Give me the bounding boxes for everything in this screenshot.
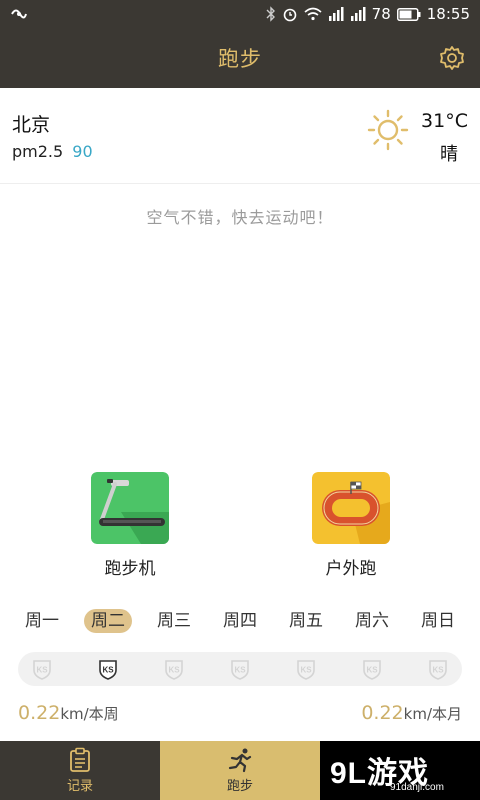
clipboard-icon [70, 747, 90, 772]
day-0[interactable]: 周一 [18, 609, 66, 633]
treadmill-label: 跑步机 [104, 559, 156, 579]
status-time: 18:55 [426, 5, 470, 23]
weather-condition: 晴 [440, 144, 458, 165]
exercise-message: 空气不错，快去运动吧！ [146, 208, 334, 227]
watermark-url: 91danji.com [390, 782, 444, 793]
svg-text:KS: KS [36, 666, 48, 675]
app-header: 跑步 [0, 28, 480, 88]
shield-icon: KS [96, 657, 120, 681]
page-title: 跑步 [218, 47, 262, 71]
signal-icon [328, 7, 344, 21]
air-quality: pm2.5 90 [12, 142, 93, 161]
shield-icon: KS [426, 657, 450, 681]
pm-value: 90 [72, 142, 93, 161]
settings-button[interactable] [438, 44, 466, 72]
day-2[interactable]: 周三 [150, 609, 198, 633]
day-1[interactable]: 周二 [84, 609, 132, 633]
day-6[interactable]: 周日 [414, 609, 462, 633]
outdoor-run-button[interactable]: 户外跑 [301, 472, 401, 579]
day-5[interactable]: 周六 [348, 609, 396, 633]
shield-icon: KS [30, 657, 54, 681]
city-name: 北京 [12, 114, 51, 136]
weekday-selector: 周一 周二 周三 周四 周五 周六 周日 [18, 608, 462, 634]
running-track-icon [312, 472, 390, 544]
sun-icon [367, 109, 409, 151]
treadmill-button[interactable]: 跑步机 [80, 472, 180, 579]
monthly-distance-unit: km/本月 [403, 705, 462, 723]
tab-run-label: 跑步 [226, 779, 253, 794]
status-bar: 78 18:55 [0, 0, 480, 28]
signal-icon-2 [350, 7, 366, 21]
treadmill-icon [91, 472, 169, 544]
svg-text:KS: KS [366, 666, 378, 675]
day-3[interactable]: 周四 [216, 609, 264, 633]
outdoor-run-label: 户外跑 [325, 559, 377, 579]
shield-icon: KS [162, 657, 186, 681]
weather-panel: 北京 pm2.5 90 31°C 晴 [0, 88, 480, 184]
weekly-badges: KS KS KS KS KS KS KS [18, 652, 462, 686]
notification-icon [10, 6, 28, 22]
alarm-icon [282, 6, 298, 22]
tab-run[interactable]: 跑步 [160, 741, 320, 800]
temperature: 31°C [421, 110, 468, 132]
monthly-distance-value: 0.22 [361, 702, 404, 724]
monthly-distance: 0.22km/本月 [361, 702, 462, 724]
weekly-distance: 0.22km/本周 [18, 702, 119, 724]
battery-icon [396, 7, 421, 21]
shield-icon: KS [360, 657, 384, 681]
tab-record[interactable]: 记录 [0, 741, 160, 800]
bluetooth-icon [266, 6, 276, 22]
runner-icon [228, 748, 252, 773]
battery-percent: 78 [371, 5, 391, 23]
shield-icon: KS [228, 657, 252, 681]
svg-text:KS: KS [300, 666, 312, 675]
weekly-distance-value: 0.22 [18, 702, 61, 724]
wifi-icon [304, 7, 322, 21]
gear-icon [440, 46, 464, 70]
svg-text:KS: KS [168, 666, 180, 675]
day-4[interactable]: 周五 [282, 609, 330, 633]
tab-record-label: 记录 [66, 779, 93, 794]
svg-text:KS: KS [234, 666, 246, 675]
pm-label: pm2.5 [12, 142, 64, 161]
svg-text:KS: KS [102, 666, 114, 675]
shield-icon: KS [294, 657, 318, 681]
svg-text:KS: KS [432, 666, 444, 675]
weekly-distance-unit: km/本周 [60, 705, 119, 723]
